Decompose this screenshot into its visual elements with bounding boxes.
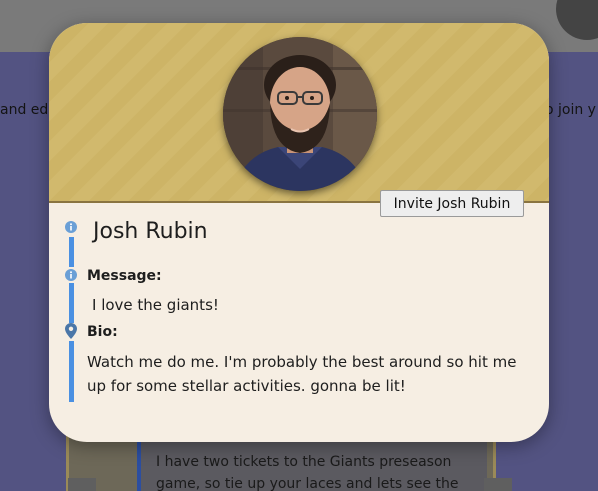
bio-text: Watch me do me. I'm probably the best ar… [87,353,517,395]
message-text: I love the giants! [92,296,219,314]
profile-modal: Invite Josh Rubin Josh Rubin Message: I … [49,23,549,442]
profile-name: Josh Rubin [93,219,208,244]
info-icon [65,269,77,281]
profile-avatar [223,37,377,191]
invite-button[interactable]: Invite Josh Rubin [380,190,524,217]
accent-line [69,341,74,402]
background-card-text: I have two tickets to the Giants preseas… [156,454,459,491]
bio-label: Bio: [87,324,118,340]
location-pin-icon [65,323,77,339]
accent-line [69,283,74,323]
background-text-left: and edi [0,102,53,118]
background-card-corner [484,478,512,491]
info-icon [65,221,77,233]
background-text-right: o join y [545,102,596,118]
accent-line [69,237,74,267]
background-card-corner [68,478,96,491]
message-label: Message: [87,268,162,284]
profile-photo [223,37,377,191]
profile-header [49,23,549,203]
